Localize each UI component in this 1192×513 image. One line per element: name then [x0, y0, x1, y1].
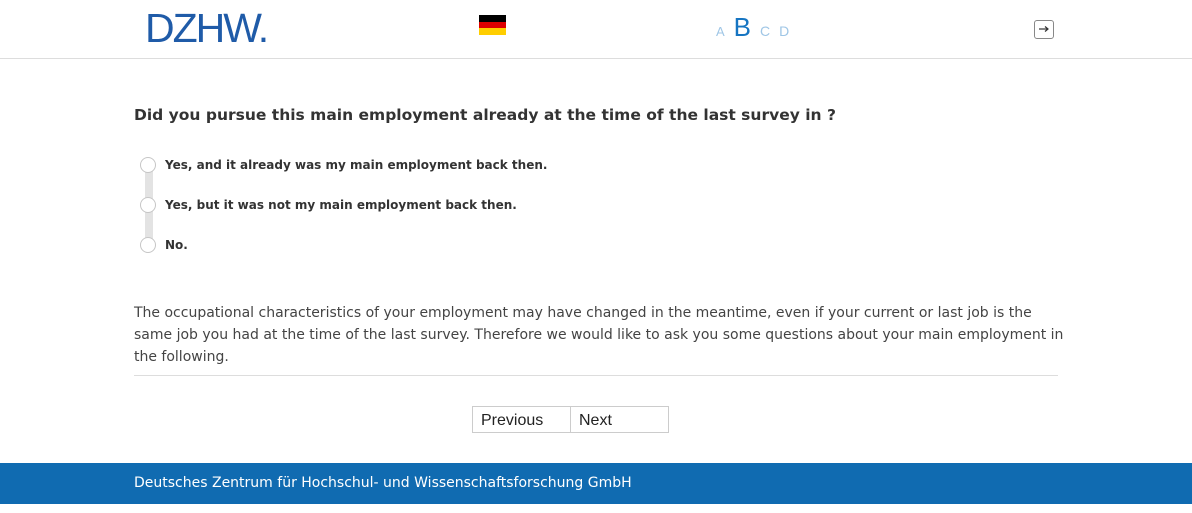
germany-flag-icon[interactable]	[479, 15, 506, 35]
previous-button[interactable]: Previous	[472, 406, 571, 433]
logout-icon	[1039, 26, 1049, 32]
footer-bar: Deutsches Zentrum für Hochschul- und Wis…	[0, 463, 1192, 504]
navigation-buttons: Previous Next	[472, 406, 669, 433]
option-label: No.	[165, 238, 188, 252]
font-size-c[interactable]: C	[760, 23, 770, 39]
font-size-a[interactable]: A	[716, 24, 725, 39]
dzhw-logo: DZHW.	[145, 5, 269, 51]
radio-button[interactable]	[140, 237, 156, 253]
option-yes-main[interactable]: Yes, and it already was my main employme…	[140, 156, 620, 174]
font-size-selector: A B C D	[716, 12, 789, 42]
divider	[134, 375, 1058, 376]
footer-text: Deutsches Zentrum für Hochschul- und Wis…	[134, 475, 632, 491]
radio-button[interactable]	[140, 157, 156, 173]
info-paragraph: The occupational characteristics of your…	[134, 305, 1064, 365]
option-yes-not-main[interactable]: Yes, but it was not my main employment b…	[140, 196, 620, 214]
question-text: Did you pursue this main employment alre…	[134, 106, 836, 124]
radio-button[interactable]	[140, 197, 156, 213]
font-size-d[interactable]: D	[779, 23, 789, 39]
logout-button[interactable]	[1034, 20, 1054, 39]
option-label: Yes, and it already was my main employme…	[165, 158, 548, 172]
option-label: Yes, but it was not my main employment b…	[165, 198, 517, 212]
header-bar: DZHW. A B C D	[0, 0, 1192, 59]
next-button[interactable]: Next	[570, 406, 669, 433]
font-size-b[interactable]: B	[734, 12, 751, 43]
option-no[interactable]: No.	[140, 236, 620, 254]
